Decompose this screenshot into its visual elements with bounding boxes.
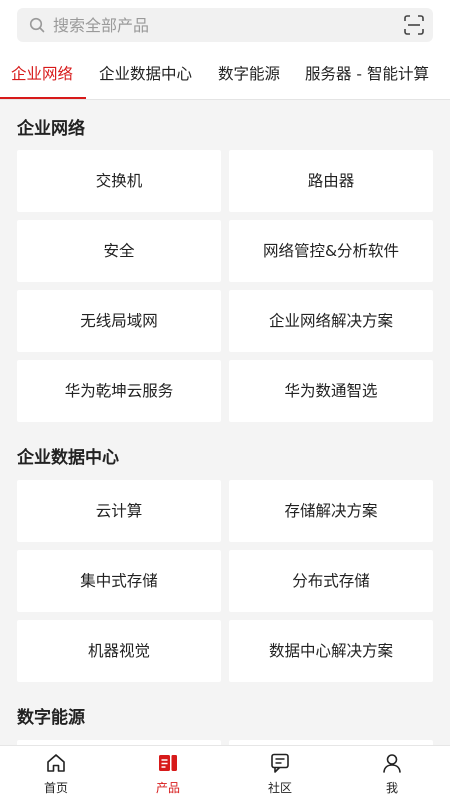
tab-enterprise-datacenter[interactable]: 企业数据中心: [99, 50, 192, 99]
tab-enterprise-network[interactable]: 企业网络: [11, 50, 73, 99]
nav-community-label: 社区: [267, 781, 292, 795]
category-card-security[interactable]: 安全: [17, 220, 221, 282]
category-card-wlan[interactable]: 无线局域网: [17, 290, 221, 352]
product-category-list: 企业网络 交换机 路由器 安全 网络管控&分析软件 无线局域网 企业网络解决方案…: [0, 100, 450, 745]
nav-community[interactable]: 社区: [224, 746, 336, 800]
bottom-navigation: 首页 产品 社区 我: [0, 745, 450, 800]
category-card-cloud-computing[interactable]: 云计算: [17, 480, 221, 542]
community-icon: [271, 753, 289, 773]
category-card-network-solutions[interactable]: 企业网络解决方案: [229, 290, 433, 352]
home-icon: [47, 754, 65, 772]
search-input[interactable]: [53, 8, 383, 42]
category-card-distributed-storage[interactable]: 分布式存储: [229, 550, 433, 612]
tab-server-computing[interactable]: 服务器 - 智能计算: [305, 50, 429, 99]
category-card-centralized-storage[interactable]: 集中式存储: [17, 550, 221, 612]
nav-home[interactable]: 首页: [0, 746, 112, 800]
section-title-enterprise-network: 企业网络: [17, 119, 85, 139]
nav-home-label: 首页: [43, 781, 68, 795]
category-card-storage-solutions[interactable]: 存储解决方案: [229, 480, 433, 542]
category-card-network-management[interactable]: 网络管控&分析软件: [229, 220, 433, 282]
nav-profile-label: 我: [385, 781, 398, 795]
category-card-qiankun-cloud[interactable]: 华为乾坤云服务: [17, 360, 221, 422]
search-icon: [29, 17, 45, 33]
category-card-switch[interactable]: 交换机: [17, 150, 221, 212]
category-card-datacenter-solutions[interactable]: 数据中心解决方案: [229, 620, 433, 682]
section-title-enterprise-datacenter: 企业数据中心: [17, 448, 119, 468]
product-icon: [159, 755, 177, 771]
scan-icon[interactable]: [403, 14, 425, 36]
tab-digital-energy[interactable]: 数字能源: [218, 50, 280, 99]
category-tabs: 企业网络 企业数据中心 数字能源 服务器 - 智能计算: [0, 50, 450, 100]
category-card-datacom-select[interactable]: 华为数通智选: [229, 360, 433, 422]
nav-products[interactable]: 产品: [112, 746, 224, 800]
profile-icon: [383, 754, 401, 773]
nav-products-label: 产品: [155, 781, 180, 795]
search-bar[interactable]: [17, 8, 433, 42]
category-card-machine-vision[interactable]: 机器视觉: [17, 620, 221, 682]
category-card-router[interactable]: 路由器: [229, 150, 433, 212]
nav-profile[interactable]: 我: [336, 746, 448, 800]
section-title-digital-energy: 数字能源: [17, 708, 85, 728]
search-header: [0, 0, 450, 50]
